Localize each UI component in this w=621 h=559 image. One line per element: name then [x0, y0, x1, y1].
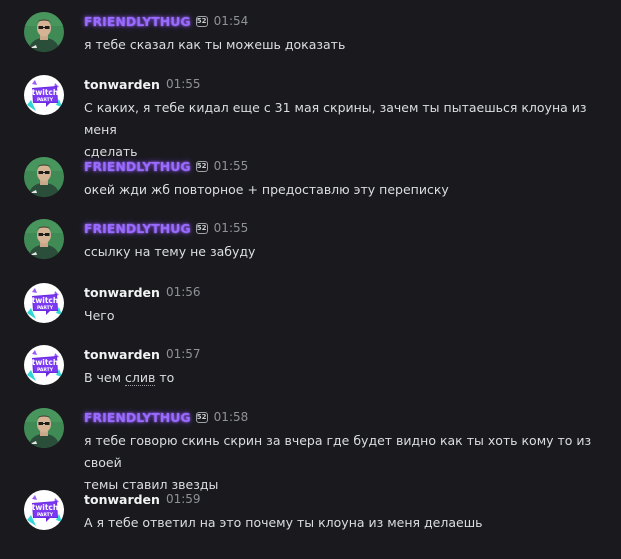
twitch-logo-text: twitch	[32, 88, 58, 97]
message-text-line: С каких, я тебе кидал еще с 31 мая скрин…	[84, 100, 587, 137]
user-avatar[interactable]	[24, 157, 64, 197]
message-timestamp: 01:58	[213, 410, 249, 424]
message-text: я тебе сказал как ты можешь доказать	[84, 37, 346, 52]
message-text-part: то	[155, 370, 175, 385]
user-avatar[interactable]	[24, 408, 64, 448]
author-name[interactable]: tonwarden	[84, 347, 160, 362]
message-text: окей жди жб повторное + предоставлю эту …	[84, 182, 449, 197]
user-tag-badge: 52	[195, 222, 208, 234]
message-text: ссылку на тему не забуду	[84, 244, 256, 259]
author-name[interactable]: tonwarden	[84, 77, 160, 92]
message-text: С каких, я тебе кидал еще с 31 мая скрин…	[84, 97, 604, 163]
message-text: А я тебе ответил на это почему ты клоуна…	[84, 515, 483, 530]
author-name[interactable]: tonwarden	[84, 492, 160, 507]
user-avatar[interactable]	[24, 219, 64, 259]
message-text: В чем слив то	[84, 367, 604, 389]
twitch-logo-text: twitch	[32, 358, 58, 367]
message-text: Чего	[84, 308, 115, 323]
party-logo-text: PARTY	[37, 97, 54, 103]
chat-message-list: FRIENDLYTHUG 52 01:54 я тебе сказал как …	[0, 0, 621, 559]
twitch-logo-text: twitch	[32, 503, 58, 512]
message-timestamp: 01:57	[165, 347, 201, 361]
user-avatar[interactable]: twitch PARTY	[24, 490, 64, 530]
user-avatar[interactable]: twitch PARTY	[24, 75, 64, 115]
message-timestamp: 01:56	[165, 285, 201, 299]
author-name[interactable]: FRIENDLYTHUG	[84, 159, 191, 174]
message-timestamp: 01:55	[213, 221, 249, 235]
user-avatar[interactable]	[24, 12, 64, 52]
message-timestamp: 01:54	[213, 14, 249, 28]
author-name[interactable]: FRIENDLYTHUG	[84, 221, 191, 236]
user-avatar[interactable]: twitch PARTY	[24, 283, 64, 323]
twitch-logo-text: twitch	[32, 296, 58, 305]
message-text-part: В чем	[84, 370, 126, 385]
party-logo-text: PARTY	[37, 367, 54, 373]
message-timestamp: 01:59	[165, 492, 201, 506]
party-logo-text: PARTY	[37, 305, 54, 311]
spellcheck-underlined-word[interactable]: слив	[125, 370, 156, 386]
author-name[interactable]: FRIENDLYTHUG	[84, 410, 191, 425]
message-timestamp: 01:55	[213, 159, 249, 173]
message-text-line: я тебе говорю скинь скрин за вчера где б…	[84, 433, 592, 470]
user-tag-badge: 52	[195, 160, 208, 172]
party-logo-text: PARTY	[37, 512, 54, 518]
author-name[interactable]: FRIENDLYTHUG	[84, 14, 191, 29]
user-tag-badge: 52	[195, 411, 208, 423]
user-avatar[interactable]: twitch PARTY	[24, 345, 64, 385]
author-name[interactable]: tonwarden	[84, 285, 160, 300]
message-text: я тебе говорю скинь скрин за вчера где б…	[84, 430, 604, 496]
user-tag-badge: 52	[195, 15, 208, 27]
message-timestamp: 01:55	[165, 77, 201, 91]
